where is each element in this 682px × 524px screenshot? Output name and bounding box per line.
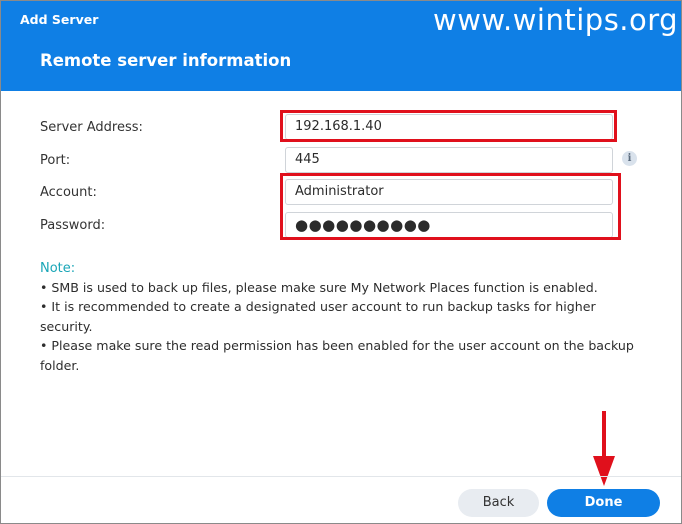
add-server-dialog: Add Server Remote server information www… (0, 0, 682, 524)
note-line: folder. (40, 358, 80, 373)
note-line: • It is recommended to create a designat… (40, 299, 596, 314)
server-address-label: Server Address: (40, 120, 143, 135)
note-title: Note: (40, 261, 76, 276)
done-button[interactable]: Done (547, 489, 660, 517)
back-button[interactable]: Back (458, 489, 539, 517)
server-address-highlight (280, 110, 617, 142)
note-line: security. (40, 319, 93, 334)
password-label: Password: (40, 218, 106, 233)
section-title: Remote server information (40, 51, 292, 70)
down-arrow-icon (593, 411, 615, 486)
port-label: Port: (40, 153, 71, 168)
dialog-title: Add Server (20, 12, 99, 27)
info-icon[interactable]: i (622, 151, 637, 166)
watermark: www.wintips.org (433, 3, 679, 37)
credentials-highlight (280, 173, 621, 240)
dialog-header: Add Server Remote server information www… (1, 1, 681, 91)
note-line: • SMB is used to back up files, please m… (40, 280, 598, 295)
footer-divider (1, 476, 681, 477)
account-label: Account: (40, 185, 97, 200)
port-input[interactable]: 445 (285, 147, 613, 173)
note-line: • Please make sure the read permission h… (40, 338, 634, 353)
